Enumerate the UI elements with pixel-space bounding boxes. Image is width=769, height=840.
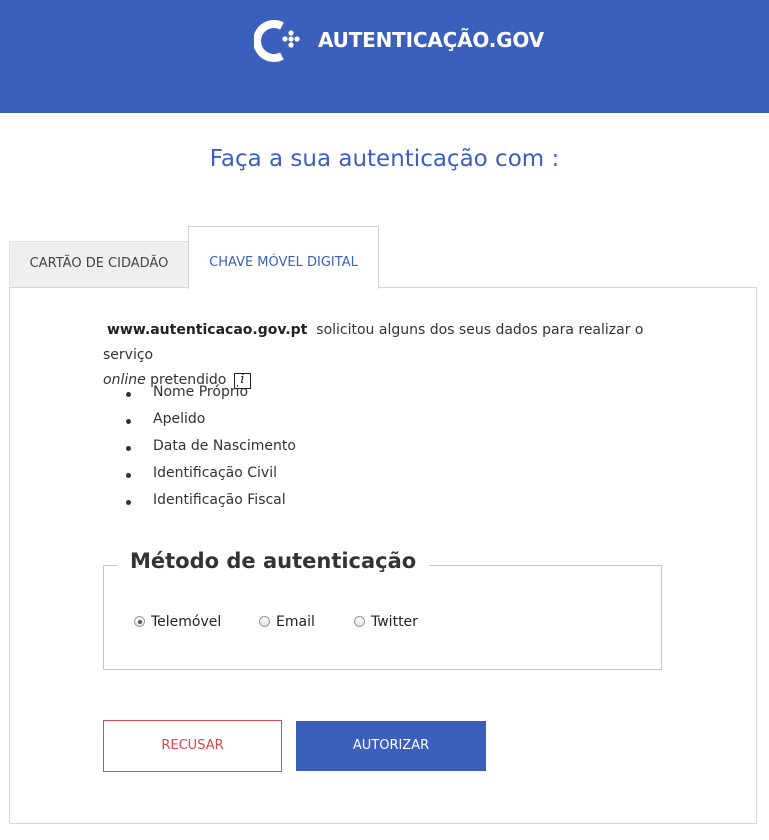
field-label: Nome Próprio: [153, 384, 249, 400]
intro-text: www.autenticacao.gov.pt solicitou alguns…: [103, 318, 683, 393]
field-label: Apelido: [153, 411, 206, 427]
field-label: Data de Nascimento: [153, 438, 296, 454]
autenticacao-gov-logo-icon: [254, 20, 300, 62]
tab-chave-movel-digital[interactable]: CHAVE MÓVEL DIGITAL: [188, 226, 379, 289]
bullet-icon: [126, 446, 131, 451]
auth-method-legend: Método de autenticação: [117, 549, 430, 573]
tab-cartao-de-cidadao[interactable]: CARTÃO DE CIDADÃO: [9, 241, 189, 288]
field-label: Identificação Civil: [153, 465, 277, 481]
bullet-icon: [126, 392, 131, 397]
radio-label[interactable]: Twitter: [371, 614, 418, 630]
bullet-icon: [126, 500, 131, 505]
radio-unselected-icon[interactable]: [259, 616, 270, 627]
logo-text: AUTENTICAÇÃO.GOV: [318, 28, 544, 52]
page-title: Faça a sua autenticação com :: [209, 146, 560, 172]
bullet-icon: [126, 473, 131, 478]
radio-selected-icon[interactable]: [134, 616, 145, 627]
requesting-site: www.autenticacao.gov.pt: [107, 322, 308, 338]
radio-unselected-icon[interactable]: [354, 616, 365, 627]
bullet-icon: [126, 419, 131, 424]
intro-online: online: [103, 372, 146, 388]
authorize-button[interactable]: AUTORIZAR: [296, 721, 486, 771]
header-bar: AUTENTICAÇÃO.GOV: [0, 0, 769, 113]
radio-label[interactable]: Email: [276, 614, 315, 630]
refuse-button[interactable]: RECUSAR: [103, 720, 282, 772]
field-label: Identificação Fiscal: [153, 492, 286, 508]
radio-label[interactable]: Telemóvel: [151, 614, 221, 630]
